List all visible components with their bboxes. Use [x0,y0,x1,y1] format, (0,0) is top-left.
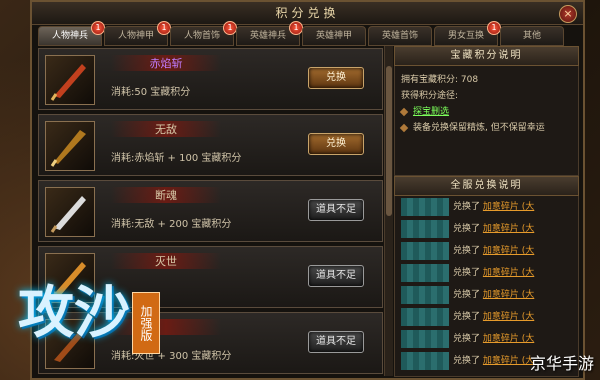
list-item: 赤焰斩 消耗:50 宝藏积分 兑换 [38,48,383,110]
close-icon[interactable]: × [559,5,577,23]
list-scrollbar[interactable] [384,46,393,376]
badge-icon: 1 [91,21,105,35]
badge-icon: 1 [157,21,171,35]
insufficient-button[interactable]: 道具不足 [308,265,364,287]
source-label: 获得积分途径: [401,91,459,101]
censored-name [401,308,449,326]
log-row: 兑换了 加意碎片 (大 [395,240,578,262]
game-logo: 攻沙 加强版 [0,250,180,380]
weapon-icon [45,187,95,237]
log-row: 兑换了 加意碎片 (大 [395,218,578,240]
item-cost: 消耗:50 宝藏积分 [111,87,191,98]
item-link[interactable]: 加意碎片 (大 [483,290,534,300]
item-link[interactable]: 加意碎片 (大 [483,202,534,212]
item-link[interactable]: 加意碎片 (大 [483,224,534,234]
tab-4[interactable]: 英雄神甲 [302,26,366,46]
log-row: 兑换了 加意碎片 (大 [395,284,578,306]
item-name: 无敌 [111,121,221,137]
item-cost: 消耗:赤焰斩 + 100 宝藏积分 [111,153,242,164]
exchange-button[interactable]: 兑换 [308,67,364,89]
tab-5[interactable]: 英雄首饰 [368,26,432,46]
exchange-button[interactable]: 兑换 [308,133,364,155]
scroll-thumb[interactable] [386,66,392,216]
tab-6[interactable]: 男女互换 1 [434,21,501,46]
censored-name [401,352,449,370]
insufficient-button[interactable]: 道具不足 [308,199,364,221]
diamond-icon [399,123,409,133]
weapon-icon [45,121,95,171]
item-link[interactable]: 加意碎片 (大 [483,312,534,322]
censored-name [401,220,449,238]
item-link[interactable]: 加意碎片 (大 [483,356,534,366]
watermark: 京华手游 [529,354,594,373]
log-row: 兑换了 加意碎片 (大 [395,328,578,350]
tab-2[interactable]: 人物首饰 1 [170,21,237,46]
item-link[interactable]: 加意碎片 (大 [483,334,534,344]
logo-main: 攻沙 [18,281,130,346]
weapon-icon [45,55,95,105]
item-cost: 消耗:无敌 + 200 宝藏积分 [111,219,232,230]
tab-7[interactable]: 其他 [500,26,564,46]
tab-1[interactable]: 人物神甲 1 [104,21,171,46]
list-item: 断魂 消耗:无敌 + 200 宝藏积分 道具不足 [38,180,383,242]
list-item: 无敌 消耗:赤焰斩 + 100 宝藏积分 兑换 [38,114,383,176]
tab-0[interactable]: 人物神兵 1 [38,21,105,46]
censored-name [401,242,449,260]
item-name: 断魂 [111,187,221,203]
censored-name [401,198,449,216]
points-label: 拥有宝藏积分: 708 [401,75,479,85]
censored-name [401,264,449,282]
censored-name [401,286,449,304]
item-link[interactable]: 加意碎片 (大 [483,268,534,278]
tab-bar: 人物神兵 1 人物神甲 1 人物首饰 1 英雄神兵 1 英雄神甲 英雄首饰 男女互换 1 … [32,21,583,46]
window-title: 积分兑换 [275,6,340,20]
badge-icon: 1 [223,21,237,35]
log-row: 兑换了 加意碎片 (大 [395,306,578,328]
note-text: 装备兑换保留精炼, 但不保留幸运 [413,123,545,133]
item-link[interactable]: 加意碎片 (大 [483,246,534,256]
log-row: 兑换了 加意碎片 (大 [395,262,578,284]
item-name: 赤焰斩 [111,55,221,71]
tab-3[interactable]: 英雄神兵 1 [236,21,303,46]
title-bar: 积分兑换 × [32,2,583,25]
logo-edition: 加强版 [132,292,160,354]
log-header: 全服兑换说明 [394,176,579,196]
log-row: 兑换了 加意碎片 (大 [395,196,578,218]
censored-name [401,330,449,348]
insufficient-button[interactable]: 道具不足 [308,331,364,353]
badge-icon: 1 [289,21,303,35]
info-panel: 宝藏积分说明 拥有宝藏积分: 708 获得积分途径: 探宝删选 装备兑换保留精炼… [394,46,579,377]
source-link[interactable]: 探宝删选 [413,104,449,120]
badge-icon: 1 [487,21,501,35]
info-header: 宝藏积分说明 [394,46,579,66]
info-body: 拥有宝藏积分: 708 获得积分途径: 探宝删选 装备兑换保留精炼, 但不保留幸… [394,66,579,176]
diamond-icon [399,107,409,117]
